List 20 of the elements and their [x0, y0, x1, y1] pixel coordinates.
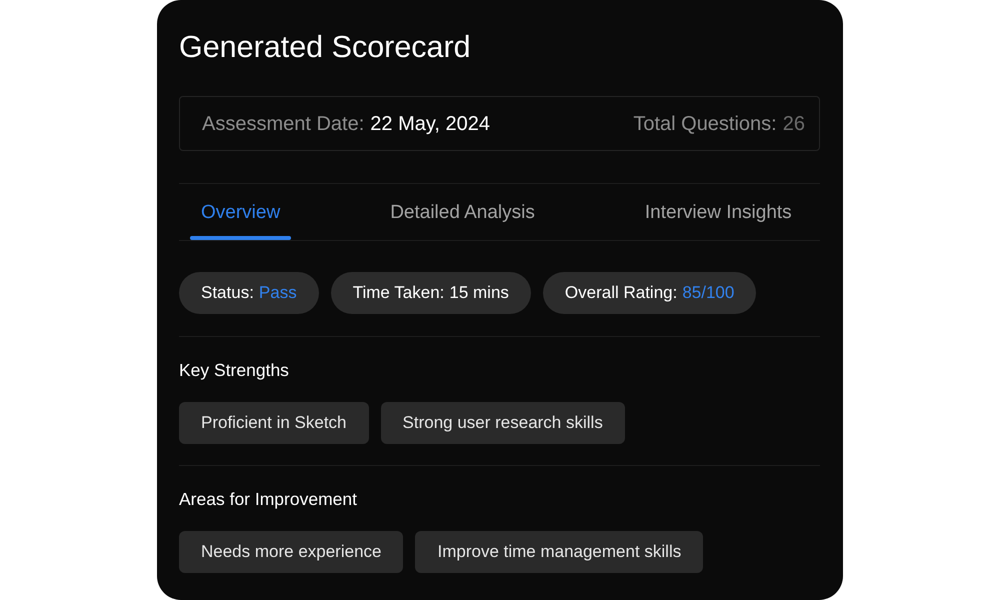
summary-value: 26 — [782, 112, 805, 136]
stat-label: Overall Rating: — [564, 283, 678, 303]
summary-label: Total Questions: — [633, 112, 777, 136]
section-heading: Areas for Improvement — [179, 488, 357, 510]
tag: Proficient in Sketch — [179, 402, 369, 444]
section-heading: Key Strengths — [179, 359, 289, 381]
summary-value: 22 May, 2024 — [370, 112, 490, 136]
tag: Improve time management skills — [415, 531, 704, 573]
tag: Needs more experience — [179, 531, 404, 573]
tab[interactable]: Interview Insights — [634, 184, 803, 240]
tab[interactable]: Detailed Analysis — [379, 184, 546, 240]
summary-label: Assessment Date: — [202, 112, 364, 136]
stat-value: 15 mins — [449, 283, 509, 303]
tag: Strong user research skills — [380, 402, 625, 444]
stat-value: Pass — [258, 283, 297, 303]
tab[interactable]: Overview — [190, 184, 292, 240]
stat-label: Time Taken: — [352, 283, 444, 303]
stat-label: Status: — [201, 283, 254, 303]
stat-value: 85/100 — [682, 283, 734, 303]
scorecard-title: Generated Scorecard — [179, 29, 471, 66]
